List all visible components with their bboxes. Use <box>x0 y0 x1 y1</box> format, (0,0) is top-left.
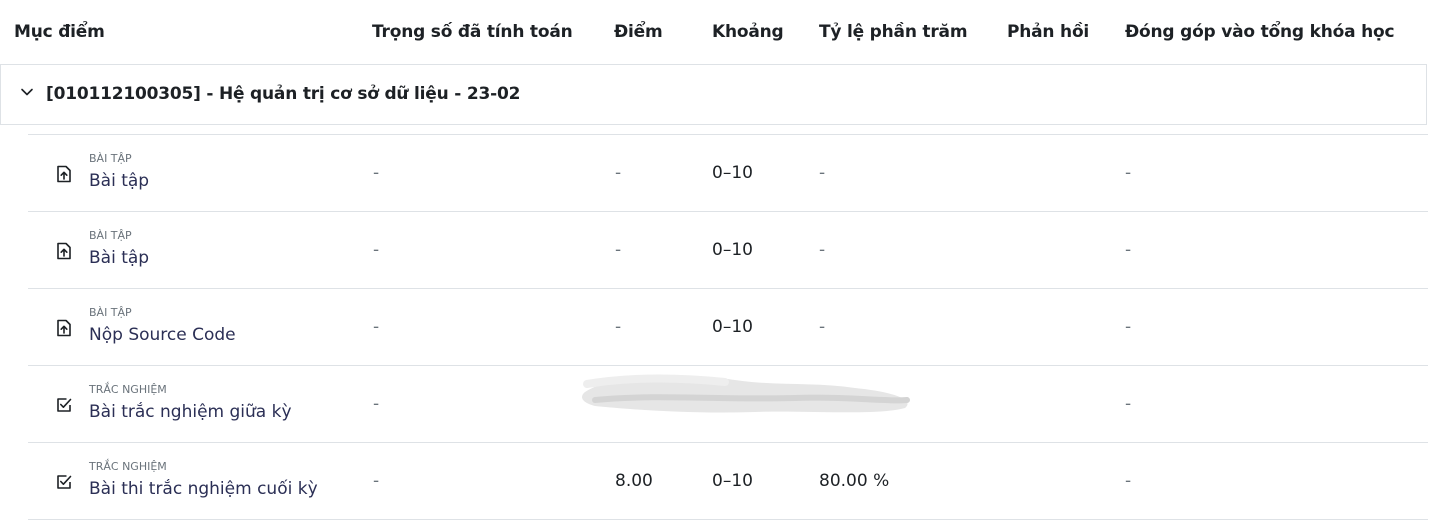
column-header-range: Khoảng <box>712 22 784 42</box>
item-type-label: TRẮC NGHIỆM <box>89 460 167 473</box>
grade-item-link[interactable]: Bài thi trắc nghiệm cuối kỳ <box>89 479 318 499</box>
grade-item-link[interactable]: Bài trắc nghiệm giữa kỳ <box>89 402 292 422</box>
column-header-percentage: Tỷ lệ phần trăm <box>819 22 968 42</box>
grade-table-header: Mục điểm Trọng số đã tính toán Điểm Khoả… <box>0 0 1437 64</box>
grade-item-row: BÀI TẬP Bài tập - - 0–10 - - <box>28 135 1428 212</box>
grade-cell: - <box>615 163 622 183</box>
column-header-feedback: Phản hồi <box>1007 22 1090 42</box>
grade-item-link[interactable]: Bài tập <box>89 248 149 268</box>
item-type-label: BÀI TẬP <box>89 306 132 319</box>
grade-item-row: BÀI TẬP Nộp Source Code - - 0–10 - - <box>28 289 1428 366</box>
column-header-item: Mục điểm <box>14 22 105 42</box>
contribution-cell: - <box>1125 240 1132 260</box>
percentage-cell: 80.00 % <box>819 471 890 491</box>
grade-items-list: BÀI TẬP Bài tập - - 0–10 - - BÀI TẬP Bài… <box>28 134 1428 520</box>
grade-item-link[interactable]: Bài tập <box>89 171 149 191</box>
chevron-down-icon[interactable] <box>20 85 34 99</box>
quiz-checkbox-icon <box>57 475 72 489</box>
contribution-cell: - <box>1125 471 1132 491</box>
assignment-upload-icon <box>57 319 71 337</box>
course-category-row[interactable]: [010112100305] - Hệ quản trị cơ sở dữ li… <box>0 64 1427 125</box>
redaction-scribble <box>582 374 910 413</box>
assignment-upload-icon <box>57 165 71 183</box>
range-cell: 0–10 <box>712 471 753 491</box>
weight-cell: - <box>373 240 380 260</box>
percentage-cell: - <box>819 163 826 183</box>
weight-cell: - <box>373 317 380 337</box>
range-cell: 0–10 <box>712 240 753 260</box>
weight-cell: - <box>373 394 380 414</box>
grade-cell: - <box>615 240 622 260</box>
grade-item-link[interactable]: Nộp Source Code <box>89 325 236 345</box>
grade-cell: - <box>615 317 622 337</box>
contribution-cell: - <box>1125 394 1132 414</box>
grade-cell: 8.00 <box>615 471 653 491</box>
weight-cell: - <box>373 163 380 183</box>
course-title: [010112100305] - Hệ quản trị cơ sở dữ li… <box>46 84 521 104</box>
column-header-weight: Trọng số đã tính toán <box>372 22 573 42</box>
quiz-checkbox-icon <box>57 398 72 412</box>
contribution-cell: - <box>1125 163 1132 183</box>
percentage-cell: - <box>819 240 826 260</box>
weight-cell: - <box>373 471 380 491</box>
contribution-cell: - <box>1125 317 1132 337</box>
column-header-contribution: Đóng góp vào tổng khóa học <box>1125 22 1395 42</box>
column-header-grade: Điểm <box>614 22 663 42</box>
item-type-label: BÀI TẬP <box>89 152 132 165</box>
percentage-cell: - <box>819 317 826 337</box>
grade-item-row: BÀI TẬP Bài tập - - 0–10 - - <box>28 212 1428 289</box>
item-type-label: TRẮC NGHIỆM <box>89 383 167 396</box>
assignment-upload-icon <box>57 242 71 260</box>
grade-item-row: TRẮC NGHIỆM Bài thi trắc nghiệm cuối kỳ … <box>28 443 1428 520</box>
range-cell: 0–10 <box>712 317 753 337</box>
range-cell: 0–10 <box>712 163 753 183</box>
item-type-label: BÀI TẬP <box>89 229 132 242</box>
